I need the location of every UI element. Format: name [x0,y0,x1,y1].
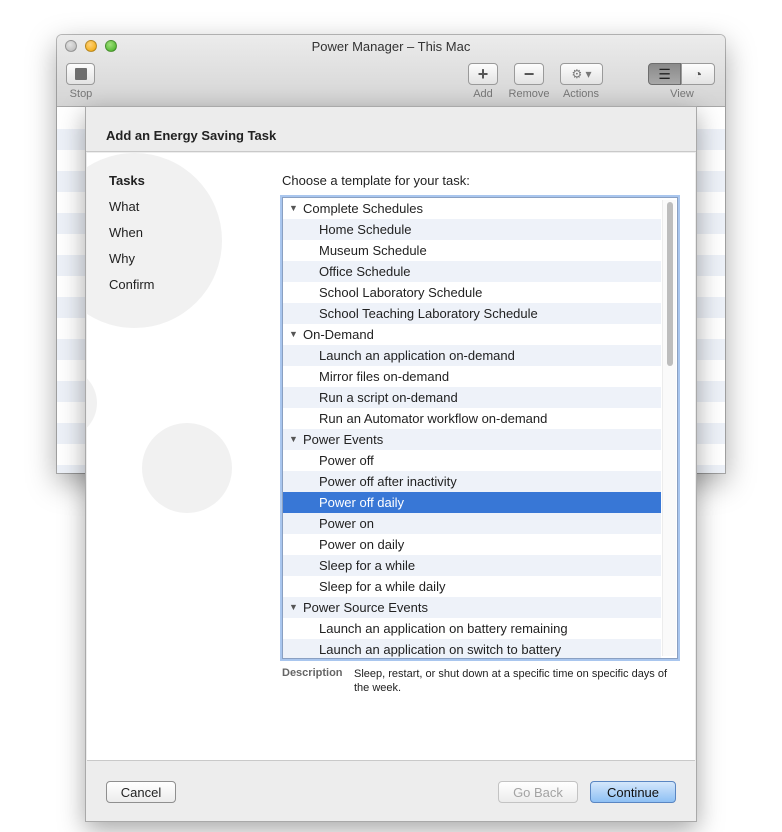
template-item-row[interactable]: School Teaching Laboratory Schedule [283,303,661,324]
template-item-row[interactable]: Power off daily [283,492,661,513]
remove-button[interactable]: − [514,63,544,85]
template-group-row[interactable]: ▼ Complete Schedules [283,198,661,219]
template-item-row[interactable]: Launch an application on-demand [283,345,661,366]
template-item-row[interactable]: Sleep for a while [283,555,661,576]
template-item-row[interactable]: Mirror files on-demand [283,366,661,387]
template-group-label: Power Source Events [303,600,429,615]
template-group-row[interactable]: ▼ On-Demand [283,324,661,345]
wizard-step: Confirm [109,277,155,292]
template-list-scrollbar[interactable] [662,200,676,656]
template-item-row[interactable]: Run an Automator workflow on-demand [283,408,661,429]
wizard-step: Why [109,251,135,266]
toolbar: Power Manager – This Mac Stop + Add − Re… [57,35,725,107]
disclosure-triangle-icon[interactable]: ▼ [289,597,298,618]
actions-label: Actions [562,88,600,100]
stop-button[interactable] [66,63,95,85]
actions-button[interactable]: ⚙ ▾ [560,63,603,85]
add-task-sheet: Add an Energy Saving Task Tasks What When W… [85,106,697,822]
continue-button[interactable]: Continue [590,781,676,803]
template-item-row[interactable]: Launch an application on switch to batte… [283,639,661,658]
gauge-icon: ◔ [693,66,703,82]
add-label: Add [473,88,493,100]
template-item-row[interactable]: Sleep for a while daily [283,576,661,597]
wizard-step: When [109,225,143,240]
template-item-row[interactable]: Museum Schedule [283,240,661,261]
wizard-step: Tasks [109,173,145,188]
template-item-row[interactable]: Run a script on-demand [283,387,661,408]
logo-watermark-icon [142,423,232,513]
description-text: Sleep, restart, or shut down at a specif… [354,668,668,694]
logo-watermark-icon [87,368,97,438]
gauge-view-button[interactable]: ◔ [681,63,715,85]
template-item-row[interactable]: Power on daily [283,534,661,555]
template-prompt: Choose a template for your task: [282,173,470,188]
scroll-thumb[interactable] [667,202,673,366]
sheet-header: Add an Energy Saving Task [86,107,696,152]
template-item-row[interactable]: Power off [283,450,661,471]
plus-icon: + [477,63,489,84]
template-item-row[interactable]: School Laboratory Schedule [283,282,661,303]
list-view-button[interactable]: ☰ [648,63,681,85]
template-item-row[interactable]: Power on [283,513,661,534]
template-group-row[interactable]: ▼ Power Events [283,429,661,450]
description-label: Description [282,667,343,679]
window-title: Power Manager – This Mac [311,39,471,54]
add-button[interactable]: + [468,63,498,85]
remove-label: Remove [508,88,550,100]
template-group-label: Power Events [303,432,384,447]
disclosure-triangle-icon[interactable]: ▼ [289,198,298,219]
go-back-button[interactable]: Go Back [498,781,578,803]
disclosure-triangle-icon[interactable]: ▼ [289,324,298,345]
gear-icon: ⚙ ▾ [571,67,592,81]
view-label: View [670,88,694,100]
minus-icon: − [523,63,535,84]
sheet-title: Add an Energy Saving Task [106,128,277,143]
stop-icon [74,68,87,80]
wizard-steps: Tasks What When Why Confirm [109,173,155,303]
wizard-step: What [109,199,140,214]
template-list[interactable]: ▼ Complete Schedules Home Schedule Museum S… [282,197,678,659]
disclosure-triangle-icon[interactable]: ▼ [289,429,298,450]
template-list-rows: ▼ Complete Schedules Home Schedule Museum S… [283,198,661,658]
stop-label: Stop [69,88,93,100]
cancel-button[interactable]: Cancel [106,781,176,803]
template-item-row[interactable]: Home Schedule [283,219,661,240]
template-item-row[interactable]: Launch an application on battery remaini… [283,618,661,639]
template-item-row[interactable]: Power off after inactivity [283,471,661,492]
template-item-row[interactable]: Office Schedule [283,261,661,282]
template-group-label: On-Demand [303,327,374,342]
list-icon: ☰ [658,65,671,82]
template-group-row[interactable]: ▼ Power Source Events [283,597,661,618]
template-group-label: Complete Schedules [303,201,423,216]
